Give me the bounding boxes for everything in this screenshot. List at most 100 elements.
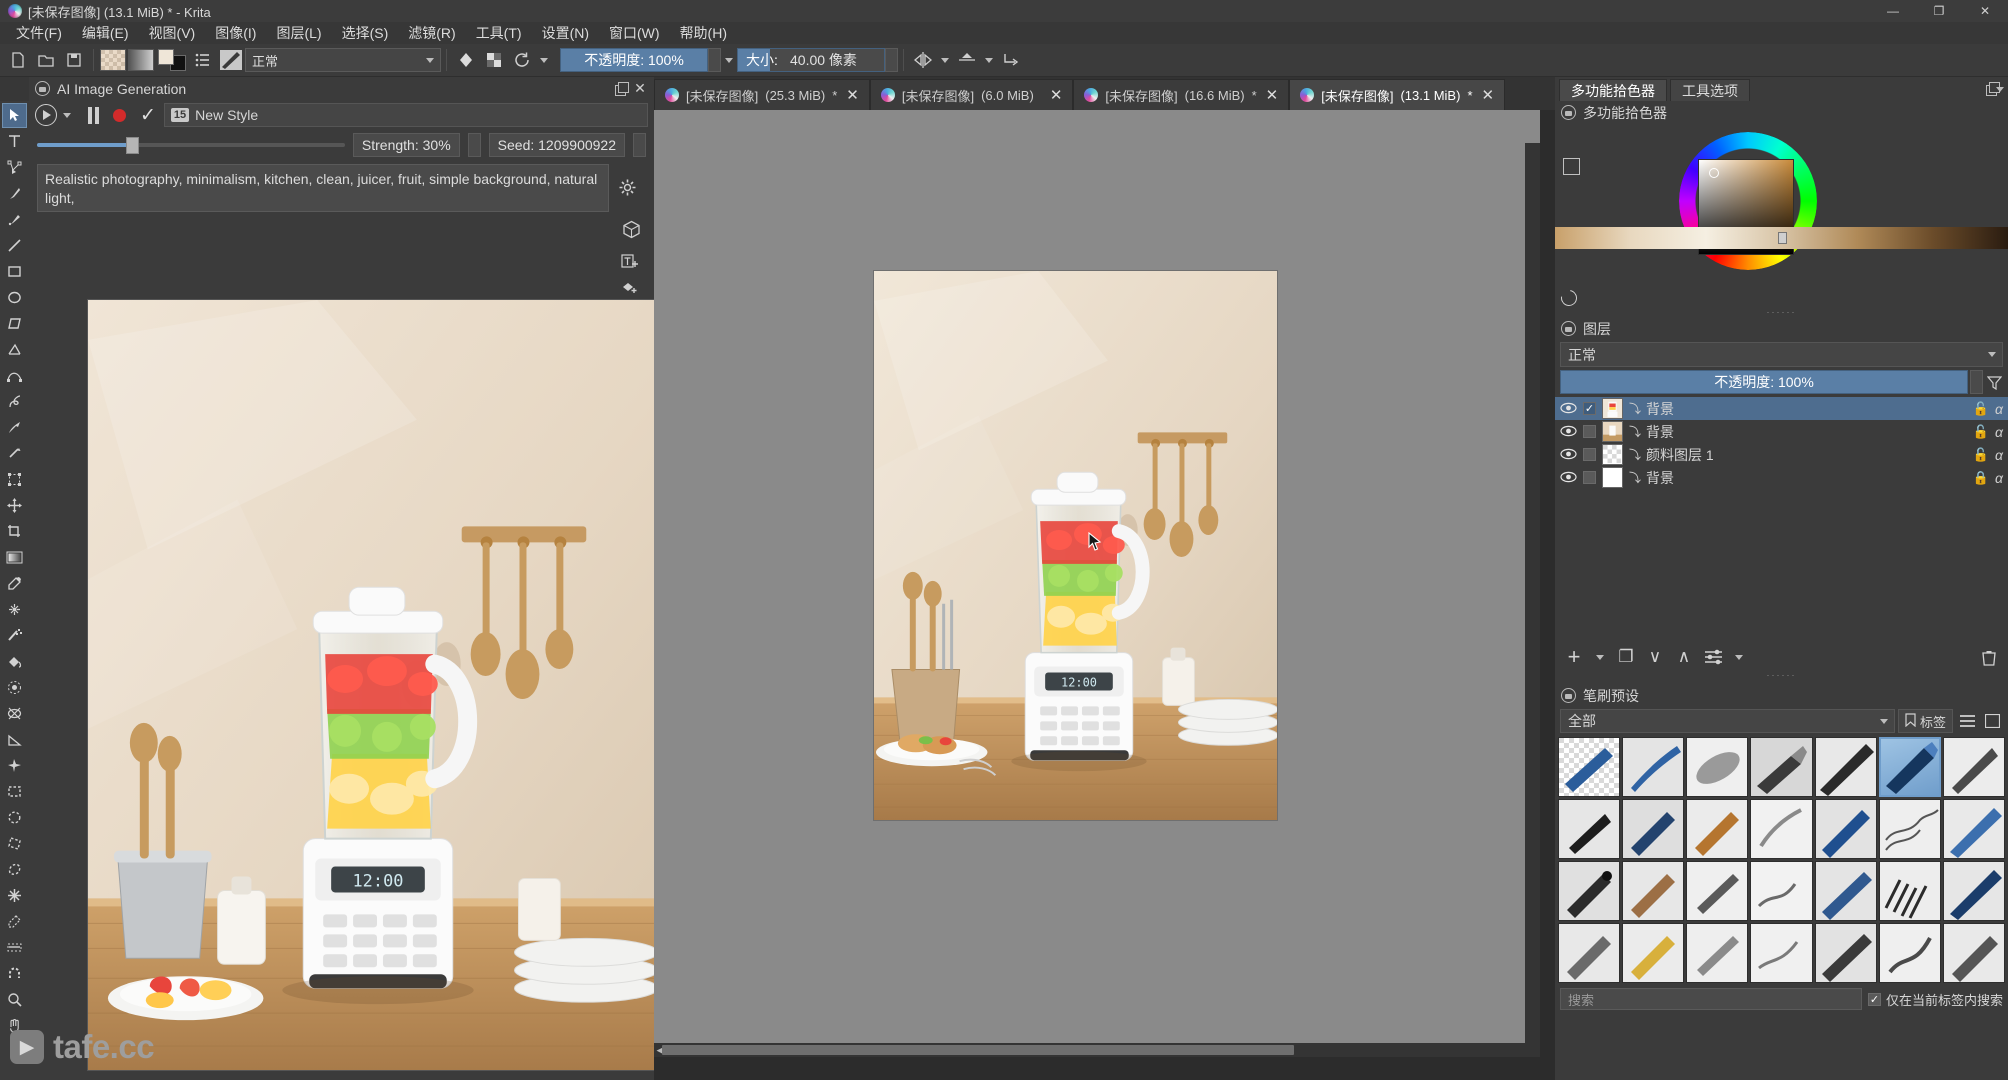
brush-preset-cell[interactable] [1814,737,1877,797]
gradient-edit-icon[interactable] [453,47,479,73]
layer-lock-checkbox[interactable] [1583,448,1596,461]
menu-settings[interactable]: 设置(N) [532,21,599,45]
brush-preset-cell[interactable] [1814,923,1877,983]
settings-gear-icon[interactable] [615,175,640,200]
only-current-tag-checkbox[interactable]: ✓ 仅在当前标签内搜索 [1867,990,2003,1009]
brush-preset-cell[interactable] [1622,737,1685,797]
tab-tool-options[interactable]: 工具选项 [1670,79,1750,101]
polyline-tool[interactable] [2,337,27,362]
delete-layer-button[interactable] [1978,646,2000,668]
layer-lock-checkbox[interactable] [1583,471,1596,484]
freehand-selection-tool[interactable] [2,857,27,882]
foreground-background-color-icon[interactable] [156,47,188,73]
menu-select[interactable]: 选择(S) [332,21,399,45]
brush-preset-cell[interactable] [1878,923,1941,983]
duplicate-layer-button[interactable]: ❐ [1615,646,1637,668]
layer-name-cell[interactable]: ⤵ 背景 [1629,399,1967,419]
layer-alpha-icon[interactable]: α [1995,401,2003,417]
similar-color-selection-tool[interactable] [2,909,27,934]
opacity-spinner[interactable] [708,48,721,72]
strength-value[interactable]: Strength: 30% [352,133,460,157]
reference-images-tool[interactable] [2,753,27,778]
brush-preset-cell[interactable] [1814,861,1877,921]
layer-blend-mode-combo[interactable]: 正常 [1560,342,2003,367]
add-paint-layer-icon[interactable] [617,275,642,300]
brush-preset-cell[interactable] [1878,861,1941,921]
layer-name-cell[interactable]: ⤵ 颜料图层 1 [1629,445,1967,465]
preset-list-icon[interactable] [190,47,216,73]
brush-tag-filter-combo[interactable]: 全部 [1560,709,1895,733]
brush-preset-cell[interactable] [1750,923,1813,983]
document-tab-2[interactable]: [未保存图像] (6.0 MiB) ✕ [869,79,1074,110]
dynamic-brush-tool[interactable] [2,415,27,440]
brush-preset-cell[interactable] [1558,799,1621,859]
strength-spinner[interactable] [467,133,481,157]
move-layer-down-button[interactable]: ∨ [1644,646,1666,668]
freehand-path-tool[interactable] [2,389,27,414]
multibrush-tool[interactable] [2,441,27,466]
checkbox-box[interactable]: ✓ [1867,992,1881,1006]
brush-tag-button[interactable]: 标签 [1897,87,2004,733]
brush-preset-cell[interactable] [1942,737,2005,797]
layer-row[interactable]: ✓ ⤵ 背景 🔓 α [1555,397,2008,420]
document-image[interactable]: 12:00 [873,270,1278,821]
pause-icon[interactable] [85,106,101,124]
brush-preset-cell[interactable] [1686,799,1749,859]
layer-name-cell[interactable]: ⤵ 背景 [1629,468,1967,488]
edit-shapes-tool[interactable] [2,155,27,180]
dock-splitter-2[interactable]: ······ [1555,671,2008,680]
brush-preset-cell[interactable] [1750,799,1813,859]
layer-locked-icon[interactable]: 🔒 [1973,470,1989,486]
layer-properties-dropdown[interactable] [1731,645,1747,669]
check-apply-icon[interactable]: ✓ [140,106,156,125]
brush-preset-cell[interactable] [1558,923,1621,983]
seed-spinner[interactable] [633,133,646,157]
seed-value[interactable]: Seed: 1209900922 [488,133,625,157]
close-tab-icon[interactable]: ✕ [1266,86,1279,104]
add-layer-button[interactable]: + [1563,644,1585,669]
layer-row[interactable]: ⤵ 背景 🔓 α [1555,420,2008,443]
reload-preset-icon[interactable] [509,47,535,73]
mirror-horizontal-icon[interactable] [910,47,936,73]
style-selector[interactable]: 15 New Style [163,103,648,127]
layer-alpha-icon[interactable]: α [1995,447,2003,463]
rectangle-tool[interactable] [2,259,27,284]
picker-settings-icon[interactable] [1563,158,1580,175]
docker-lock-icon[interactable] [1561,105,1576,120]
close-docker-icon[interactable]: ✕ [633,81,647,95]
layer-unlocked-icon[interactable]: 🔓 [1973,447,1989,463]
brush-preset-cell[interactable] [1622,923,1685,983]
magnetic-selection-tool[interactable] [2,961,27,986]
color-sampler-tool[interactable] [2,571,27,596]
colorize-mask-tool[interactable] [2,597,27,622]
brush-preset-cell-selected[interactable] [1878,737,1941,797]
assistant-tool[interactable] [2,701,27,726]
brush-preset-icon[interactable] [218,47,244,73]
h-scroll-thumb[interactable] [662,1045,1294,1055]
brush-preset-cell[interactable] [1942,799,2005,859]
brush-preset-grid[interactable] [1555,735,2008,985]
size-spinner[interactable] [885,48,898,72]
zoom-tool[interactable] [2,987,27,1012]
measure-tool[interactable] [2,727,27,752]
save-file-icon[interactable] [61,47,87,73]
select-shapes-tool[interactable] [2,103,27,128]
new-file-icon[interactable] [5,47,31,73]
layer-opacity-spinner[interactable] [1970,370,1983,394]
tab-advanced-color-selector[interactable]: 多功能拾色器 [1559,79,1667,101]
layer-unlocked-icon[interactable]: 🔓 [1973,424,1989,440]
menu-edit[interactable]: 编辑(E) [72,21,139,45]
polygon-tool[interactable] [2,311,27,336]
menu-window[interactable]: 窗口(W) [599,21,670,45]
brush-preset-cell[interactable] [1686,923,1749,983]
layer-row[interactable]: ⤵ 背景 🔒 α [1555,466,2008,489]
crop-tool[interactable] [2,519,27,544]
mirror-dropdown-icon[interactable] [937,48,953,72]
preset-dropdown-icon[interactable] [536,48,552,72]
cube-model-icon[interactable] [619,217,644,242]
layer-lock-checkbox[interactable]: ✓ [1583,402,1596,415]
layer-visibility-icon[interactable] [1560,402,1577,415]
layer-opacity-slider[interactable]: 不透明度: 100% [1560,370,1968,394]
play-generate-icon[interactable] [35,104,57,126]
brush-preset-cell[interactable] [1942,923,2005,983]
